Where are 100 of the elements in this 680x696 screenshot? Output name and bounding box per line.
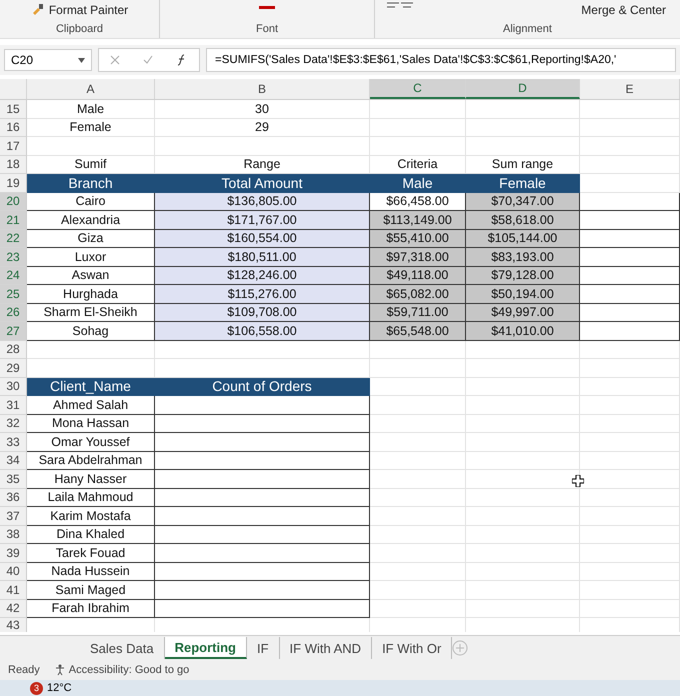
row-number[interactable]: 42 [0,600,27,618]
table-cell: Luxor [27,248,155,266]
table-cell: Nada Hussein [27,562,155,581]
weather-temperature[interactable]: 12°C [47,682,72,694]
table-cell: Female [27,118,155,137]
table-header-cell: Total Amount [155,174,370,192]
paintbrush-icon [30,3,45,17]
table-header-cell: Client_Name [27,378,155,396]
merge-center-button[interactable]: Merge & Center [577,2,670,18]
table-cell: Range [155,156,370,174]
table-cell: Male [27,100,155,118]
sheet-tab[interactable]: IF [246,637,280,659]
table-cell: $171,767.00 [155,211,370,230]
row-number[interactable]: 43 [0,618,27,632]
table-cell: $55,410.00 [370,230,466,248]
table-cell: $160,554.00 [155,230,370,248]
table-cell: Sumif [27,156,155,174]
row-number[interactable]: 32 [0,414,27,433]
row-number[interactable]: 26 [0,304,27,322]
table-cell: Sharm El-Sheikh [27,304,155,322]
table-cell: 30 [155,100,370,118]
table-cell: $128,246.00 [155,266,370,285]
table-header-cell: Male [370,174,466,192]
accessibility-status[interactable]: Accessibility: Good to go [68,664,190,676]
table-cell: $41,010.00 [466,322,580,340]
table-cell: $83,193.00 [466,248,580,266]
row-number[interactable]: 19 [0,174,27,192]
row-number[interactable]: 35 [0,470,27,488]
sheet-tab[interactable]: IF With AND [280,637,372,659]
name-box[interactable]: C20 [4,49,92,71]
table-cell: $49,118.00 [370,266,466,285]
table-cell: Farah Ibrahim [27,600,155,618]
table-cell: $65,548.00 [370,322,466,340]
row-number[interactable]: 41 [0,581,27,600]
table-cell: Mona Hassan [27,414,155,433]
row-number[interactable]: 31 [0,396,27,414]
table-cell: Sara Abdelrahman [27,452,155,470]
table-cell: Hany Nasser [27,470,155,488]
column-header[interactable]: D [466,79,580,99]
row-number[interactable]: 38 [0,526,27,544]
add-sheet-icon [452,640,468,656]
table-cell: Laila Mahmoud [27,488,155,507]
table-cell: $65,082.00 [370,285,466,304]
group-label: Clipboard [56,23,104,35]
column-header[interactable]: C [370,79,466,99]
table-cell: $106,558.00 [155,322,370,340]
row-number[interactable]: 28 [0,340,27,359]
table-header-cell: Female [466,174,580,192]
table-cell: Dina Khaled [27,526,155,544]
table-cell: Aswan [27,266,155,285]
check-icon [142,55,153,65]
sheet-tab[interactable]: IF With Or [372,637,452,659]
table-cell: $50,194.00 [466,285,580,304]
row-number[interactable]: 22 [0,230,27,248]
table-cell: Giza [27,230,155,248]
row-number[interactable]: 36 [0,488,27,507]
row-number[interactable]: 25 [0,285,27,304]
row-number[interactable]: 18 [0,156,27,174]
table-cell: 29 [155,118,370,137]
sheet-tab[interactable]: Reporting [164,637,247,659]
row-number[interactable]: 20 [0,192,27,211]
row-number[interactable]: 24 [0,266,27,285]
row-number[interactable]: 23 [0,248,27,266]
row-number[interactable]: 34 [0,452,27,470]
table-cell: $113,149.00 [370,211,466,230]
table-cell: $49,997.00 [466,304,580,322]
row-number[interactable]: 15 [0,100,27,118]
table-cell: $79,128.00 [466,266,580,285]
notification-badge: 3 [30,682,43,694]
row-number[interactable]: 21 [0,211,27,230]
status-text: Ready [8,664,40,676]
table-cell: Karim Mostafa [27,507,155,526]
row-number[interactable]: 39 [0,544,27,562]
row-number[interactable]: 40 [0,562,27,581]
row-number[interactable]: 29 [0,359,27,378]
row-number[interactable]: 33 [0,433,27,452]
table-header-cell: Branch [27,174,155,192]
table-cell: Cairo [27,192,155,211]
table-cell: Omar Youssef [27,433,155,452]
table-cell: Criteria [370,156,466,174]
table-cell: $109,708.00 [155,304,370,322]
table-cell: $59,711.00 [370,304,466,322]
table-cell: Ahmed Salah [27,396,155,414]
table-cell: $70,347.00 [466,192,580,211]
format-painter-button[interactable]: Format Painter [26,2,132,18]
row-number[interactable]: 17 [0,137,27,156]
row-number[interactable]: 37 [0,507,27,526]
formula-field[interactable]: =SUMIFS('Sales Data'!$E$3:$E$61,'Sales Data'!$C$3:$C$61,Reporting!$A20,' [206,48,676,72]
group-label: Font [256,23,278,35]
table-cell: Hurghada [27,285,155,304]
table-cell: Sum range [466,156,580,174]
row-number[interactable]: 16 [0,118,27,137]
table-cell: $180,511.00 [155,248,370,266]
row-number[interactable]: 30 [0,378,27,396]
cancel-icon [110,55,120,65]
table-cell: Sami Maged [27,581,155,600]
table-cell: $115,276.00 [155,285,370,304]
row-number[interactable]: 27 [0,322,27,340]
group-label: Alignment [503,23,552,35]
table-cell: $136,805.00 [155,192,370,211]
